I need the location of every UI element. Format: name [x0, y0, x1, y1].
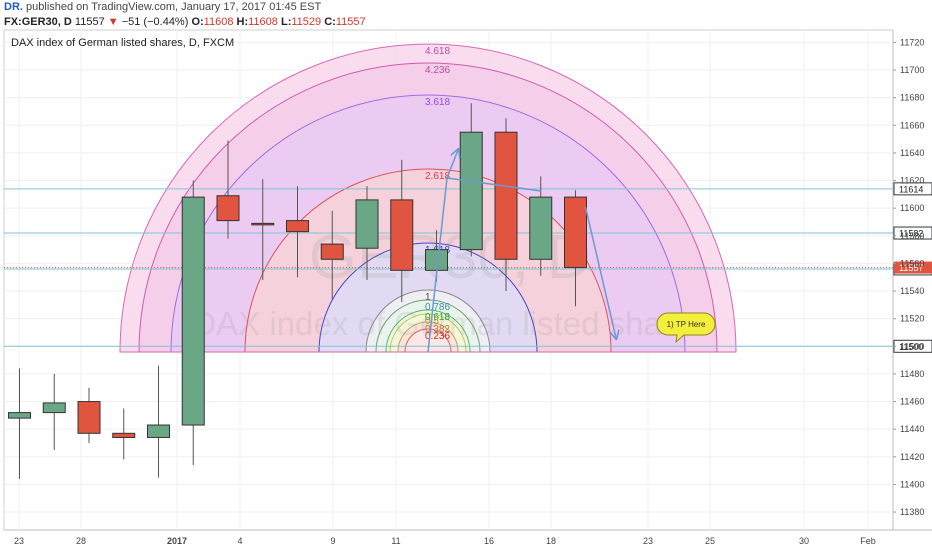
- candle-body: [320, 243, 344, 260]
- y-tick-label: 11520: [900, 314, 924, 324]
- x-tick-label: 2017: [167, 536, 187, 546]
- x-tick-label: 28: [76, 536, 86, 546]
- x-tick-label: 16: [484, 536, 494, 546]
- y-tick-label: 11440: [900, 424, 924, 434]
- candle-body: [8, 412, 31, 419]
- y-tick-label: 11380: [900, 507, 924, 517]
- x-tick-label: 4: [237, 536, 242, 546]
- y-tick-label: 11680: [900, 93, 924, 103]
- x-tick-label: 9: [330, 536, 335, 546]
- watermark-name: DAX index of German listed shares: [192, 305, 707, 342]
- y-tick-label: 11620: [900, 176, 924, 186]
- fib-ratio-label: 3.618: [425, 97, 450, 108]
- candle-body: [390, 199, 414, 271]
- candle-body: [147, 424, 170, 438]
- x-tick-label: 30: [799, 536, 809, 546]
- x-tick-label: 23: [14, 536, 24, 546]
- candle-body: [355, 199, 379, 249]
- y-tick-label: 11420: [900, 452, 924, 462]
- x-tick-label: Feb: [860, 536, 876, 546]
- y-tick-label: 11580: [900, 231, 924, 241]
- x-tick-label: 18: [546, 536, 556, 546]
- candle-body: [494, 131, 518, 260]
- fib-ratio-label: 4.618: [425, 46, 450, 57]
- level-price-label: 11614: [899, 184, 923, 194]
- candle-body: [181, 196, 205, 426]
- candle-body: [459, 131, 483, 251]
- candle-body: [286, 220, 309, 233]
- candle-body: [216, 195, 240, 222]
- candle-body: [77, 401, 101, 434]
- tp-callout-label: 1) TP Here: [667, 320, 706, 329]
- y-tick-label: 11400: [900, 479, 924, 489]
- y-tick-label: 11600: [900, 203, 924, 213]
- y-tick-label: 11640: [900, 148, 924, 158]
- y-tick-label: 11660: [900, 120, 924, 130]
- y-tick-label: 11460: [900, 397, 924, 407]
- y-tick-label: 11500: [900, 341, 924, 351]
- price-chart[interactable]: 4.6184.2363.6182.6181.61810.7860.6180.50…: [0, 0, 932, 550]
- candle-body: [425, 249, 448, 271]
- candle-body: [564, 196, 587, 269]
- candle-body: [529, 196, 553, 260]
- y-tick-label: 11540: [900, 286, 924, 296]
- x-tick-label: 11: [391, 536, 400, 546]
- fib-ratio-label: 4.236: [425, 65, 450, 76]
- candle-body: [112, 432, 136, 438]
- candle-body: [251, 222, 275, 226]
- y-tick-label: 11700: [900, 65, 924, 75]
- y-tick-label: 11480: [900, 369, 924, 379]
- x-tick-label: 25: [705, 536, 715, 546]
- x-tick-label: 23: [643, 536, 653, 546]
- candle-body: [42, 402, 66, 414]
- y-tick-label: 11560: [900, 258, 924, 268]
- candle: [181, 180, 205, 466]
- chart-title: DAX index of German listed shares, D, FX…: [11, 37, 234, 49]
- y-tick-label: 11720: [900, 37, 924, 47]
